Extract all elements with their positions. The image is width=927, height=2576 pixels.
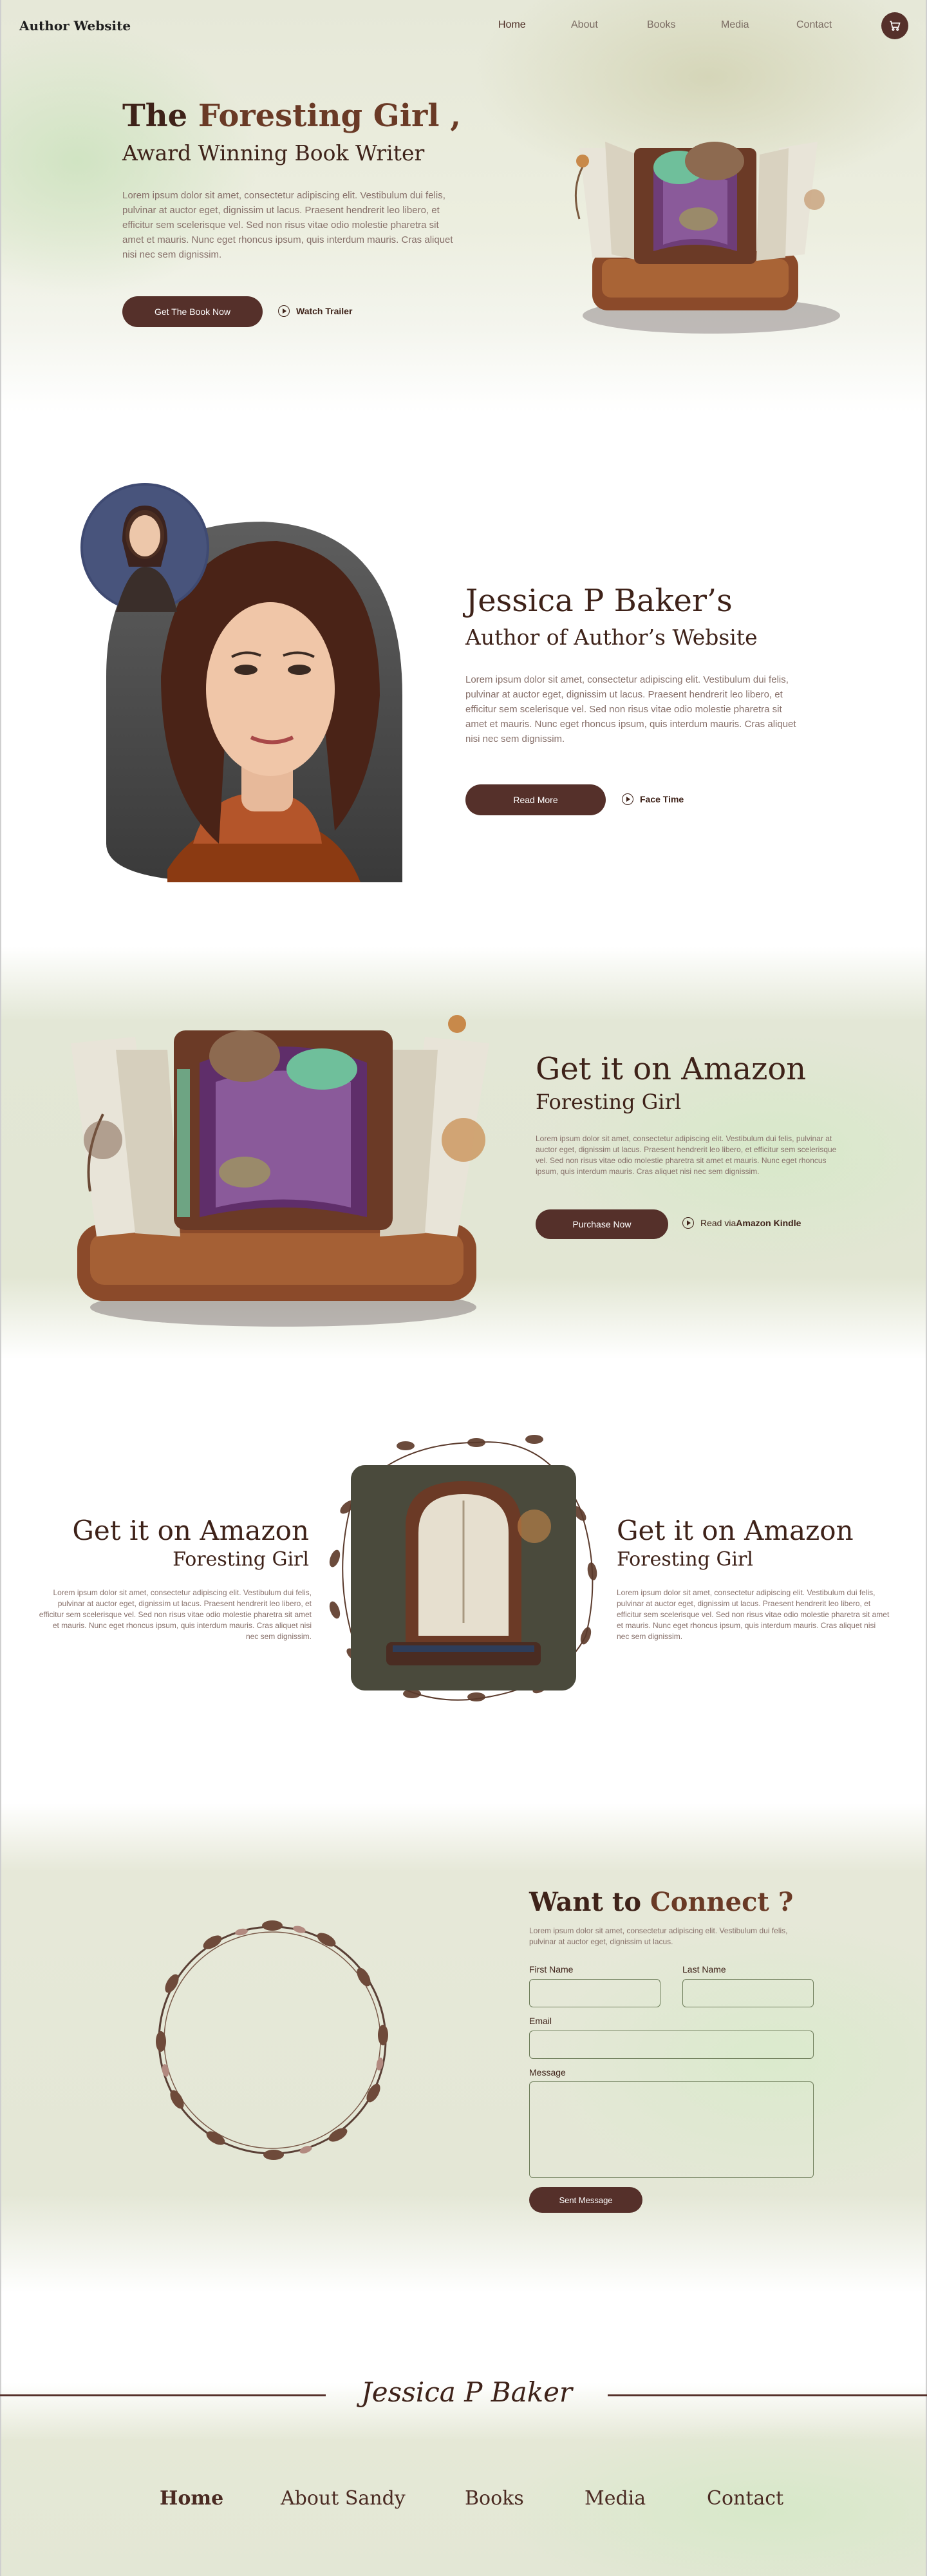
footer-background <box>0 2383 927 2576</box>
brand-logo[interactable]: Author Website <box>19 18 131 33</box>
face-time-label: Face Time <box>640 794 684 804</box>
signature: Jessica P Baker <box>360 2376 573 2408</box>
feature-right-body: Lorem ipsum dolor sit amet, consectetur … <box>617 1588 890 1641</box>
about-body: Lorem ipsum dolor sit amet, consectetur … <box>465 674 796 744</box>
amazon-title: Get it on Amazon <box>536 1051 807 1087</box>
email-field[interactable] <box>529 2031 814 2059</box>
message-label: Message <box>529 2067 566 2078</box>
amazon-body: Lorem ipsum dolor sit amet, consectetur … <box>536 1134 837 1176</box>
footer-nav-about-sandy[interactable]: About Sandy <box>281 2487 406 2510</box>
amazon-kindle-prefix: Read via <box>700 1218 736 1228</box>
hero-title: The Foresting Girl , <box>122 98 461 134</box>
watch-trailer-label: Watch Trailer <box>296 306 353 316</box>
signature-line-left <box>0 2394 326 2396</box>
first-name-field[interactable] <box>529 1979 660 2007</box>
email-label: Email <box>529 2016 552 2026</box>
amazon-kindle-link[interactable]: Read via Amazon Kindle <box>682 1217 801 1229</box>
feature-book-illustration <box>329 1435 597 1701</box>
signature-line-right <box>608 2394 927 2396</box>
feature-left-body: Lorem ipsum dolor sit amet, consectetur … <box>39 1588 312 1641</box>
footer-nav-contact[interactable]: Contact <box>707 2487 783 2510</box>
purchase-now-button[interactable]: Purchase Now <box>536 1209 668 1239</box>
feature-left-title: Get it on Amazon <box>72 1515 309 1546</box>
cart-button[interactable] <box>881 12 908 39</box>
wreath-illustration <box>156 1920 388 2160</box>
feature-right-subtitle: Foresting Girl <box>617 1548 753 1571</box>
sent-message-button[interactable]: Sent Message <box>529 2187 642 2213</box>
about-subtitle: Author of Author’s Website <box>465 625 758 650</box>
frame-edge-left <box>0 0 1 2576</box>
get-book-button[interactable]: Get The Book Now <box>122 296 263 327</box>
hero-book-illustration <box>574 142 840 334</box>
last-name-label: Last Name <box>682 1964 726 1975</box>
author-portrait <box>80 483 402 882</box>
hero-title-accent: Foresting Girl , <box>198 98 461 134</box>
amazon-kindle-label: Amazon Kindle <box>736 1218 801 1228</box>
feature-right-title: Get it on Amazon <box>617 1515 854 1546</box>
connect-body: Lorem ipsum dolor sit amet, consectetur … <box>529 1926 788 1946</box>
connect-title-prefix: Want to <box>529 1887 650 1917</box>
hero-body: Lorem ipsum dolor sit amet, consectetur … <box>122 190 453 260</box>
message-field[interactable] <box>529 2081 814 2178</box>
cart-icon <box>890 21 901 31</box>
nav-home[interactable]: Home <box>498 19 526 31</box>
nav-books[interactable]: Books <box>647 19 675 31</box>
footer-nav-home[interactable]: Home <box>160 2487 223 2510</box>
play-icon <box>682 1217 694 1229</box>
play-icon <box>622 793 633 805</box>
connect-title: Want to Connect ? <box>529 1887 793 1917</box>
nav-contact[interactable]: Contact <box>796 19 832 31</box>
connect-title-accent: Connect ? <box>650 1887 794 1917</box>
footer-nav-media[interactable]: Media <box>585 2487 646 2510</box>
face-time-link[interactable]: Face Time <box>622 793 684 805</box>
watch-trailer-link[interactable]: Watch Trailer <box>278 305 352 317</box>
first-name-label: First Name <box>529 1964 574 1975</box>
feature-left-subtitle: Foresting Girl <box>173 1548 309 1571</box>
amazon-subtitle: Foresting Girl <box>536 1090 682 1114</box>
last-name-field[interactable] <box>682 1979 814 2007</box>
hero-subtitle: Award Winning Book Writer <box>122 140 425 166</box>
read-more-button[interactable]: Read More <box>465 784 606 815</box>
top-nav: Author Website Home About Books Media Co… <box>0 0 927 52</box>
nav-media[interactable]: Media <box>721 19 749 31</box>
hero-title-prefix: The <box>122 98 198 134</box>
amazon-book-illustration <box>71 1015 489 1327</box>
nav-about[interactable]: About <box>571 19 598 31</box>
play-icon <box>278 305 290 317</box>
about-title: Jessica P Baker’s <box>465 583 733 619</box>
footer-nav-books[interactable]: Books <box>465 2487 524 2510</box>
